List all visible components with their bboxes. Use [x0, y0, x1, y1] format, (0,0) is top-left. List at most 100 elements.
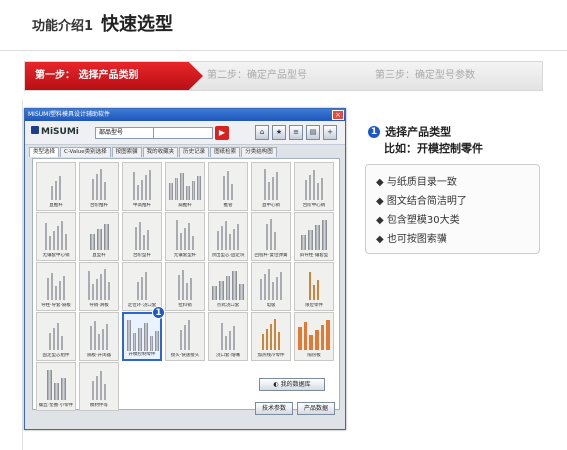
product-data-button[interactable]: 产品数据	[297, 402, 335, 415]
product-tile[interactable]: 拉料销	[165, 262, 205, 311]
product-image-icon	[169, 216, 201, 250]
product-image-icon	[40, 266, 72, 300]
product-image-icon	[212, 316, 244, 350]
product-tile[interactable]: 台阶推杆	[79, 162, 119, 211]
product-tile[interactable]: 导柱·导套·隔板	[36, 262, 76, 311]
tech-params-button[interactable]: 技术参数	[255, 402, 293, 415]
product-tile-label: 隔热板	[307, 353, 321, 358]
step-2[interactable]: 第二步：确定产品型号	[207, 62, 307, 90]
product-tile[interactable]: 直中心销	[251, 162, 291, 211]
product-tile[interactable]: 推管	[208, 162, 248, 211]
my-database-button[interactable]: ◐ 我的数据库	[259, 378, 325, 391]
product-image-icon	[298, 216, 330, 250]
product-tile-label: 台阶推杆	[90, 203, 108, 208]
product-tile-label: 螺丝·垫圈·小零件	[38, 403, 74, 408]
home-icon[interactable]: ⌂	[255, 125, 269, 140]
product-tile-label: 推管	[223, 203, 233, 208]
category-select-value: 部品型号	[99, 129, 124, 136]
product-image-icon	[168, 166, 202, 200]
close-button[interactable]: ×	[332, 110, 344, 120]
tab-drawing-search[interactable]: 图纸检索	[210, 147, 241, 157]
product-tile-label: 加热线冷零件	[257, 353, 285, 358]
product-tile-label: 斜导柱·镶套型	[299, 253, 329, 258]
product-tile-label: 直推杆	[49, 203, 63, 208]
product-tile-label: 扁推杆	[178, 203, 192, 208]
product-tile[interactable]: 中高推杆	[122, 162, 162, 211]
product-tile-label: 浇口套·熔嘴	[216, 353, 240, 358]
product-tile[interactable]: 固定型芯组件	[36, 312, 76, 361]
product-tile[interactable]: 无镶套型杆	[165, 212, 205, 261]
product-image-icon	[212, 166, 244, 200]
list-icon[interactable]: ≡	[289, 125, 303, 140]
product-image-icon	[212, 266, 244, 300]
tab-history[interactable]: 历史记录	[179, 147, 210, 157]
product-tile[interactable]: 浇口套·熔嘴	[208, 312, 248, 361]
product-tile[interactable]: 台阶型杆	[122, 212, 162, 261]
tab-type-select[interactable]: 类型选择	[29, 147, 60, 157]
step-3[interactable]: 第三步：确定型号参数	[375, 62, 475, 90]
product-tile[interactable]: 隔板·开闭器	[79, 312, 119, 361]
product-tile[interactable]: 点式浇口套	[208, 262, 248, 311]
product-tile[interactable]: 台阶中心销	[294, 162, 334, 211]
product-tile[interactable]: 定位环·浇口套	[122, 262, 162, 311]
product-image-icon	[169, 266, 201, 300]
product-tile[interactable]: 斜导柱·镶套型	[294, 212, 334, 261]
product-tile[interactable]: 直推杆	[36, 162, 76, 211]
toolbar: MiSUMi 部品型号 ▶ ⌂ ★ ≡ ▤ +	[25, 121, 345, 145]
tab-bar: 类型选择 C-Value类别选择 按图索骥 我的收藏夹 历史记录 图纸检索 分类…	[25, 147, 345, 157]
product-tile-label: 固定型芯组件	[42, 353, 70, 358]
info-subtitle: 比如：开模控制零件	[384, 142, 483, 155]
star-icon[interactable]: ★	[272, 125, 286, 140]
product-image-icon	[83, 316, 115, 350]
search-button[interactable]: ▶	[215, 126, 229, 140]
product-tile-label: 隔板·开闭器	[87, 353, 111, 358]
tab-picture-search[interactable]: 按图索骥	[111, 147, 142, 157]
product-image-icon	[40, 366, 72, 400]
step-bar: 第一步： 选择产品类别 第二步：确定产品型号 第三步：确定型号参数	[24, 61, 543, 91]
doc-icon[interactable]: ▤	[306, 125, 320, 140]
tab-category-tree[interactable]: 分类结构图	[241, 147, 277, 157]
product-tile[interactable]: 扁推杆	[165, 162, 205, 211]
logo-mark-icon	[31, 126, 39, 134]
product-tile[interactable]: 导销·滑板	[79, 262, 119, 311]
product-tile[interactable]: 开模控制零件	[122, 312, 162, 361]
product-image-icon	[255, 266, 287, 300]
product-tile[interactable]: 螺丝·垫圈·小零件	[36, 362, 76, 411]
product-image-icon	[40, 166, 72, 200]
product-tile[interactable]: 加热线冷零件	[251, 312, 291, 361]
product-tile[interactable]: 模材件等	[79, 362, 119, 411]
product-tile[interactable]: 无镶套中心销	[36, 212, 76, 261]
product-tile-label: 限位零件	[305, 303, 323, 308]
product-tile[interactable]: 电极	[251, 262, 291, 311]
step-number-badge: 1	[368, 125, 380, 138]
plus-icon[interactable]: +	[323, 125, 337, 140]
product-tile-label: 接头·快速接头	[170, 353, 200, 358]
product-image-icon	[83, 266, 115, 300]
my-database-label: 我的数据库	[280, 381, 311, 388]
product-grid: 直推杆 台阶推杆 中高推杆 扁推杆 推管 直中心销 台阶中心销无镶套中心销 直型杆 台阶型杆 无镶…	[32, 158, 340, 411]
product-tile-label: 导柱·导套·隔板	[41, 303, 71, 308]
search-input[interactable]	[153, 127, 213, 139]
product-tile[interactable]: 限位零件	[294, 262, 334, 311]
product-tile-label: 拉料销	[178, 303, 192, 308]
product-tile-label: 中高推杆	[133, 203, 151, 208]
misumi-logo: MiSUMi	[31, 126, 79, 137]
product-image-icon	[255, 166, 287, 200]
product-image-icon	[297, 316, 331, 350]
window-title: MISUMi塑料模具设计辅助软件	[28, 111, 110, 118]
product-tile[interactable]: 隔热板	[294, 312, 334, 361]
feature-item: ◆ 也可按图索骥	[376, 234, 447, 245]
product-tile-label: 台阶型杆	[133, 253, 151, 258]
app-window: MISUMi塑料模具设计辅助软件 × MiSUMi 部品型号 ▶ ⌂ ★ ≡ ▤…	[24, 108, 346, 430]
product-image-icon	[255, 216, 287, 250]
tab-favorites[interactable]: 我的收藏夹	[142, 147, 179, 157]
product-image-icon	[126, 216, 158, 250]
header-prefix: 功能介绍1	[32, 19, 94, 34]
product-tile[interactable]: 接头·快速接头	[165, 312, 205, 361]
product-tile[interactable]: 直型杆	[79, 212, 119, 261]
tab-c-value[interactable]: C-Value类别选择	[60, 147, 111, 157]
feature-list: ◆ 与纸质目录一致 ◆ 图文结合简洁明了 ◆ 包含塑模30大类 ◆ 也可按图索骥	[365, 164, 540, 254]
step-1[interactable]: 第一步： 选择产品类别	[25, 62, 203, 90]
product-tile[interactable]: 回程杆·复位弹簧	[251, 212, 291, 261]
product-tile[interactable]: 顶出型芯·固定块	[208, 212, 248, 261]
